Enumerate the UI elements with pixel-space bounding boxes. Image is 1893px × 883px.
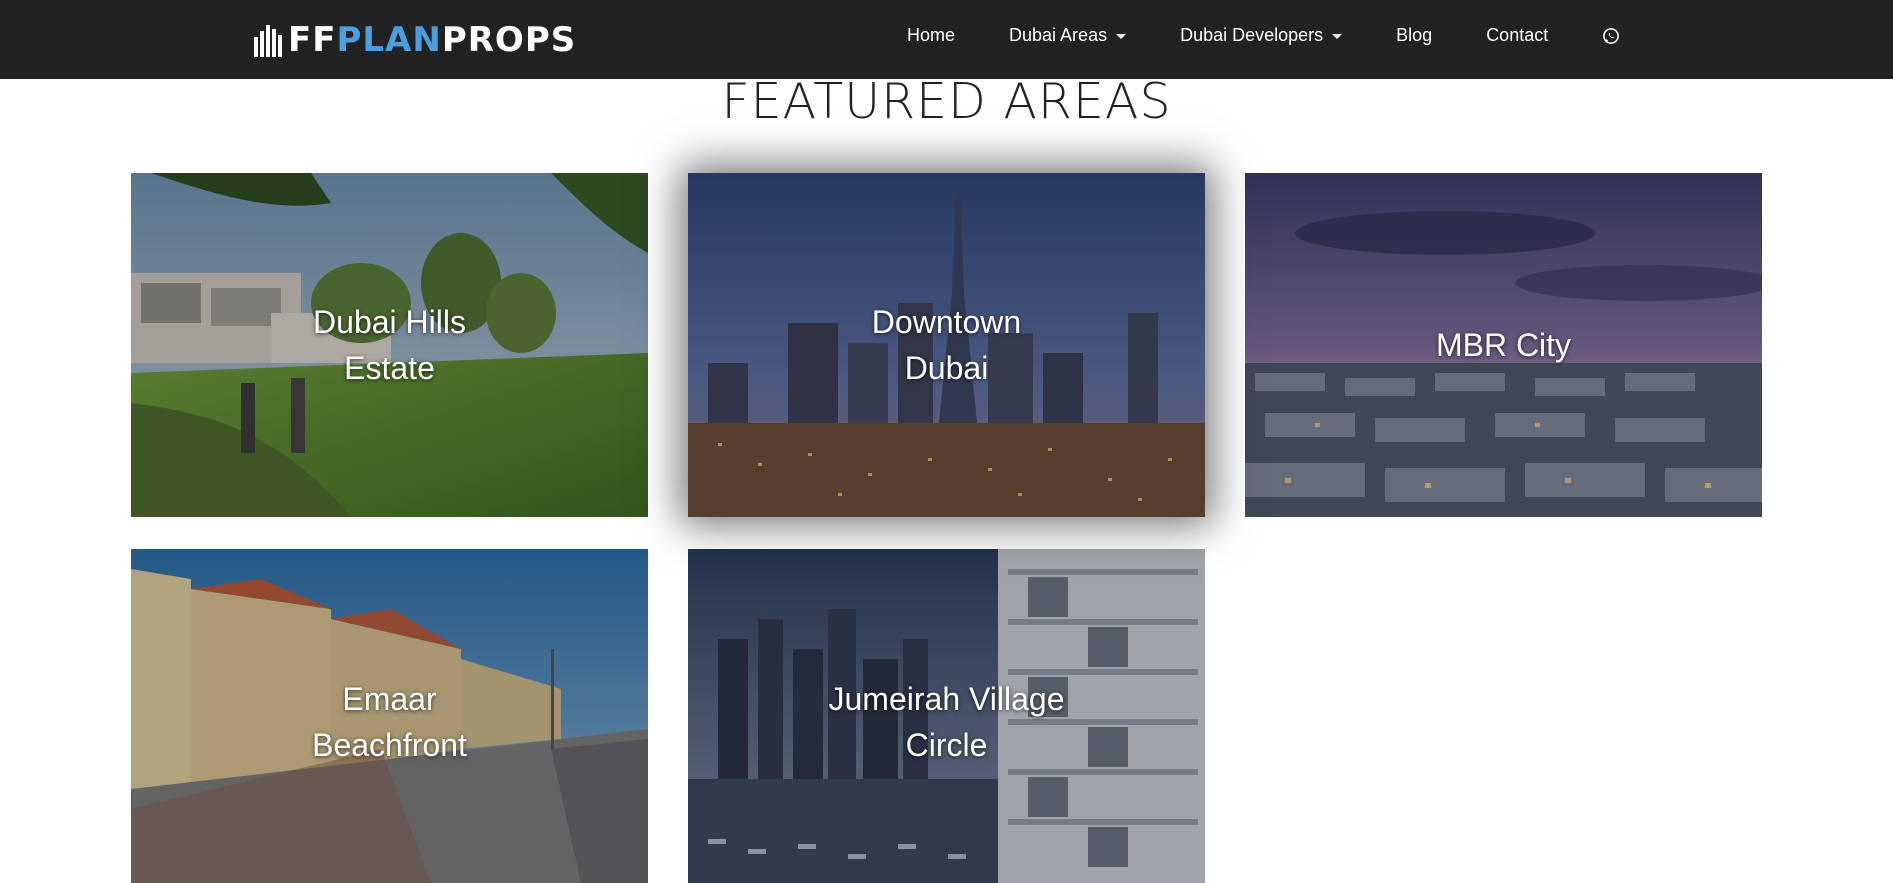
- top-navbar: FFPLANPROPS Home Dubai Areas Dubai Devel…: [0, 0, 1893, 79]
- area-card-title: Dubai Hills Estate: [313, 304, 466, 386]
- nav-blog-label: Blog: [1396, 25, 1433, 45]
- nav-contact[interactable]: Contact: [1459, 25, 1575, 46]
- nav-dubai-areas[interactable]: Dubai Areas: [982, 25, 1153, 46]
- area-card-title: Emaar Beachfront: [312, 681, 467, 763]
- area-card-downtown-dubai[interactable]: Downtown Dubai: [688, 173, 1205, 517]
- brand-logo-link[interactable]: FFPLANPROPS: [252, 20, 576, 60]
- whatsapp-icon: [1603, 27, 1620, 44]
- brand-name-part1: FF: [288, 20, 337, 60]
- main-nav: Home Dubai Areas Dubai Developers Blog C…: [880, 0, 1647, 71]
- section-title: FEATURED AREAS: [721, 73, 1172, 130]
- nav-dubai-developers[interactable]: Dubai Developers: [1153, 25, 1369, 46]
- area-card-title: MBR City: [1435, 327, 1572, 363]
- area-card-emaar-beachfront[interactable]: Emaar Beachfront: [131, 549, 648, 883]
- area-card-title: Downtown Dubai: [871, 304, 1022, 386]
- nav-whatsapp[interactable]: [1575, 27, 1647, 45]
- area-card-dubai-hills-estate[interactable]: Dubai Hills Estate: [131, 173, 648, 517]
- caret-down-icon: [1332, 34, 1343, 39]
- nav-dubai-areas-label: Dubai Areas: [1009, 25, 1108, 45]
- brand-name-part2: PLAN: [336, 20, 442, 60]
- area-card-mbr-city[interactable]: MBR City: [1245, 173, 1762, 517]
- building-columns-logo-icon: [254, 25, 282, 57]
- nav-dubai-developers-label: Dubai Developers: [1180, 25, 1324, 45]
- brand-name-part3: PROPS: [441, 20, 577, 60]
- area-card-title: Jumeirah Village Circle: [828, 681, 1065, 763]
- nav-contact-label: Contact: [1486, 25, 1549, 45]
- nav-home-label: Home: [907, 25, 956, 45]
- caret-down-icon: [1116, 34, 1127, 39]
- area-card-jumeirah-village-circle[interactable]: Jumeirah Village Circle: [688, 549, 1205, 883]
- nav-home[interactable]: Home: [880, 25, 982, 46]
- brand-name: FFPLANPROPS: [288, 23, 576, 57]
- nav-blog[interactable]: Blog: [1369, 25, 1459, 46]
